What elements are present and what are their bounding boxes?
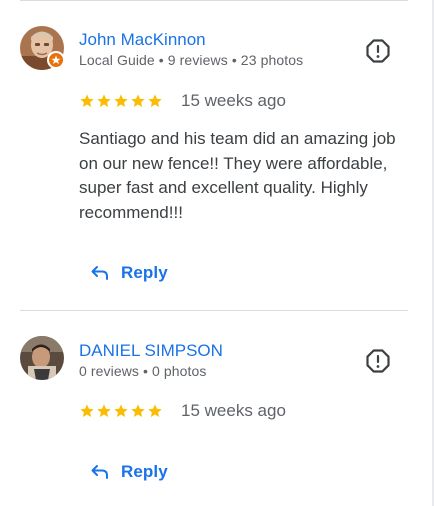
star-icon	[147, 403, 163, 419]
local-guide-badge-icon	[47, 51, 65, 69]
reviewer-name[interactable]: DANIEL SIMPSON	[79, 341, 223, 361]
reply-arrow-icon	[90, 263, 110, 283]
review-text: Santiago and his team did an amazing job…	[79, 129, 396, 222]
reply-label: Reply	[121, 263, 168, 282]
report-flag-icon[interactable]	[364, 347, 392, 375]
reviewer-meta: 0 reviews • 0 photos	[79, 363, 207, 379]
star-icon	[113, 403, 129, 419]
star-icon	[79, 93, 95, 109]
report-flag-icon[interactable]	[364, 37, 392, 65]
review-time: 15 weeks ago	[181, 401, 286, 420]
reviewer-meta: Local Guide • 9 reviews • 23 photos	[79, 52, 304, 68]
star-rating	[79, 403, 163, 423]
star-icon	[96, 403, 112, 419]
reply-arrow-icon	[90, 462, 110, 482]
star-icon	[113, 93, 129, 109]
star-icon	[130, 93, 146, 109]
star-icon	[147, 93, 163, 109]
review-time: 15 weeks ago	[181, 91, 286, 110]
star-icon	[96, 93, 112, 109]
star-icon	[130, 403, 146, 419]
review-item: John MacKinnon Local Guide • 9 reviews •…	[0, 0, 434, 310]
reviewer-avatar[interactable]	[20, 336, 64, 380]
star-rating	[79, 93, 163, 113]
reply-button[interactable]: Reply	[90, 460, 168, 484]
review-item: DANIEL SIMPSON 0 reviews • 0 photos 15 w…	[0, 311, 434, 506]
reply-label: Reply	[121, 462, 168, 481]
reviewer-name[interactable]: John MacKinnon	[79, 30, 206, 50]
star-icon	[79, 403, 95, 419]
reply-button[interactable]: Reply	[90, 261, 168, 285]
